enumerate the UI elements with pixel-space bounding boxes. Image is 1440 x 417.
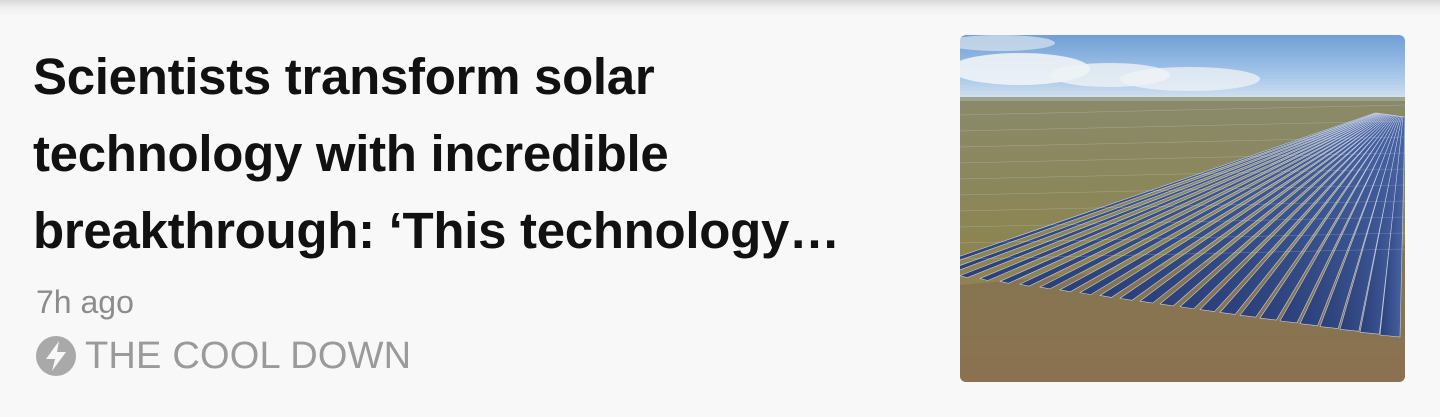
- news-article-card[interactable]: Scientists transform solar technology wi…: [0, 0, 1440, 417]
- article-headline[interactable]: Scientists transform solar technology wi…: [33, 38, 913, 269]
- solar-farm-image: [960, 35, 1405, 382]
- source-name: THE COOL DOWN: [85, 334, 412, 377]
- lightning-bolt-icon: [36, 336, 76, 376]
- article-timestamp: 7h ago: [36, 284, 134, 320]
- source-row[interactable]: THE COOL DOWN: [35, 334, 411, 378]
- article-thumbnail[interactable]: [960, 35, 1405, 382]
